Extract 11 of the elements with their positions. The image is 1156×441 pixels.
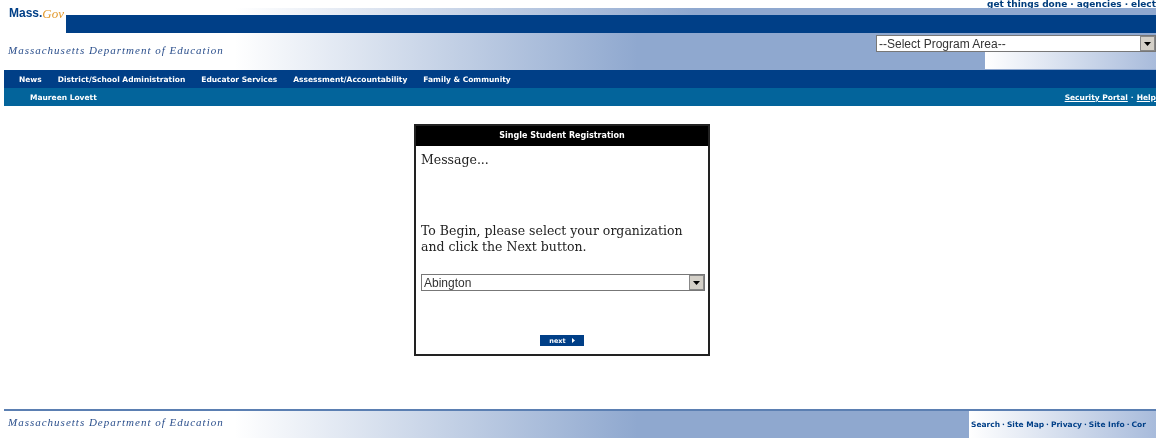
header-link[interactable]: elect bbox=[1131, 0, 1156, 8]
organization-select[interactable]: Abington bbox=[421, 274, 705, 291]
site-title: Massachusetts Department of Education bbox=[7, 43, 224, 58]
separator: · bbox=[1124, 0, 1129, 8]
separator: · bbox=[1070, 0, 1074, 8]
dialog-title: Single Student Registration bbox=[416, 126, 708, 146]
arrow-right-icon bbox=[571, 338, 575, 343]
program-select[interactable]: --Select Program Area-- bbox=[876, 35, 1156, 52]
footer-title: Massachusetts Department of Education bbox=[7, 415, 224, 430]
message-text: Message... bbox=[421, 152, 490, 167]
instruction-text: To Begin, please select your organization and click the Next button. bbox=[421, 223, 684, 255]
